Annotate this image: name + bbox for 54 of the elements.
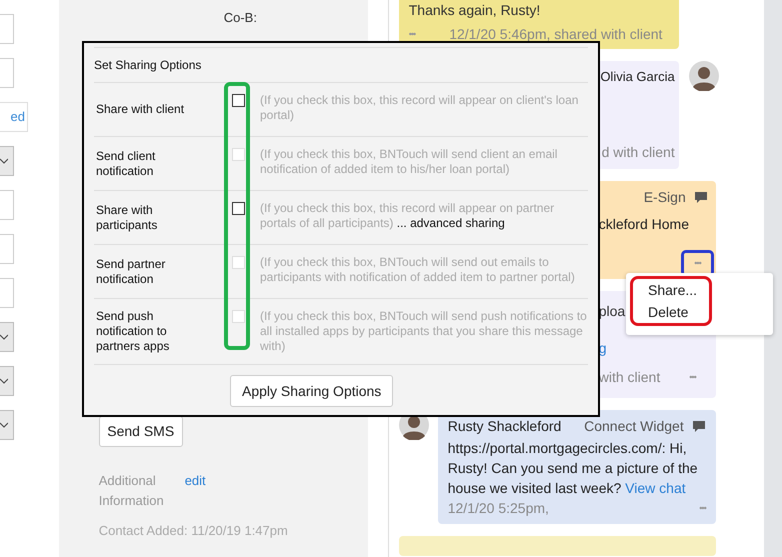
option-label: Share with client [95, 102, 186, 117]
message-text: https://portal.mortgagecircles.com/: Hi, Rusty! Can you send me a picture of the house we visited last week? View chat [448, 439, 699, 498]
timestamp: with client [598, 368, 660, 387]
option-description: (If you check this box, BNTouch will send out emails to participants with notification of added item to partner portal) [259, 255, 576, 286]
note-text: Thanks again, Rusty! [408, 1, 542, 20]
send-sms-button[interactable]: Send SMS [98, 416, 183, 446]
edit-link[interactable]: edit [184, 470, 206, 490]
avatar-icon [688, 61, 719, 91]
option-label: Share with participants [95, 202, 158, 232]
timestamp: 12/1/20 5:46pm, shared with client [449, 25, 662, 44]
button[interactable]: ed [0, 102, 28, 132]
more-button[interactable]: ••• [699, 504, 706, 512]
co-borrower-label: Co-B: [224, 9, 258, 27]
menu-item[interactable]: Share... [648, 282, 709, 298]
chevron-down-icon [0, 422, 8, 428]
checkbox[interactable] [232, 94, 245, 107]
speech-bubble-icon [692, 420, 706, 432]
source-label: Connect Widget [584, 417, 684, 436]
speech-bubble-icon [694, 191, 708, 204]
advanced-sharing-link[interactable]: ... advanced sharing [393, 216, 505, 230]
sender-name: Rusty Shackleford [448, 417, 562, 436]
input-field[interactable] [0, 58, 14, 88]
input-field[interactable] [0, 14, 14, 44]
input-field[interactable] [0, 234, 14, 264]
dropdown[interactable] [0, 366, 14, 396]
additional-information-label: Additional Information [98, 472, 165, 510]
message-text: ckleford Home [598, 215, 690, 234]
chevron-down-icon [0, 334, 8, 340]
menu-item[interactable]: Delete [648, 304, 709, 320]
contact-added-text: Contact Added: 11/20/19 1:47pm [98, 522, 289, 540]
option-label: Send push notification to partners apps [95, 309, 170, 354]
source-label: E-Sign [644, 188, 686, 207]
option-description: (If you check this box, this record will appear on partner portals of all participants) ... advanced sharing [259, 201, 556, 232]
dropdown[interactable] [0, 322, 14, 352]
option-label: Send partner notification [95, 256, 166, 286]
sender-name: Olivia Garcia [600, 68, 675, 86]
dialog-title: Set Sharing Options [94, 47, 588, 83]
input-field[interactable] [0, 278, 14, 308]
input-field[interactable] [0, 190, 14, 220]
option-description: (If you check this box, this record will appear on client's loan portal) [259, 93, 580, 124]
chevron-down-icon [0, 158, 8, 164]
option-description: (If you check this box, BNTouch will send push notifications to all installed apps by participants that you share this message with) [259, 309, 588, 354]
timestamp: 12/1/20 5:25pm, [448, 499, 549, 518]
checkbox[interactable] [232, 202, 245, 215]
dropdown[interactable] [0, 410, 14, 440]
more-button[interactable]: ••• [689, 373, 696, 382]
chevron-down-icon [0, 378, 8, 384]
dropdown[interactable] [0, 146, 14, 176]
timestamp: d with client [602, 143, 675, 162]
option-description: (If you check this box, BNTouch will send client an email notification of added item to his/her loan portal) [259, 147, 558, 178]
more-button[interactable]: ••• [408, 30, 416, 39]
option-label: Send client notification [95, 148, 156, 178]
apply-sharing-options-button[interactable]: Apply Sharing Options [230, 375, 394, 407]
view-chat-link[interactable]: View chat [625, 480, 686, 496]
